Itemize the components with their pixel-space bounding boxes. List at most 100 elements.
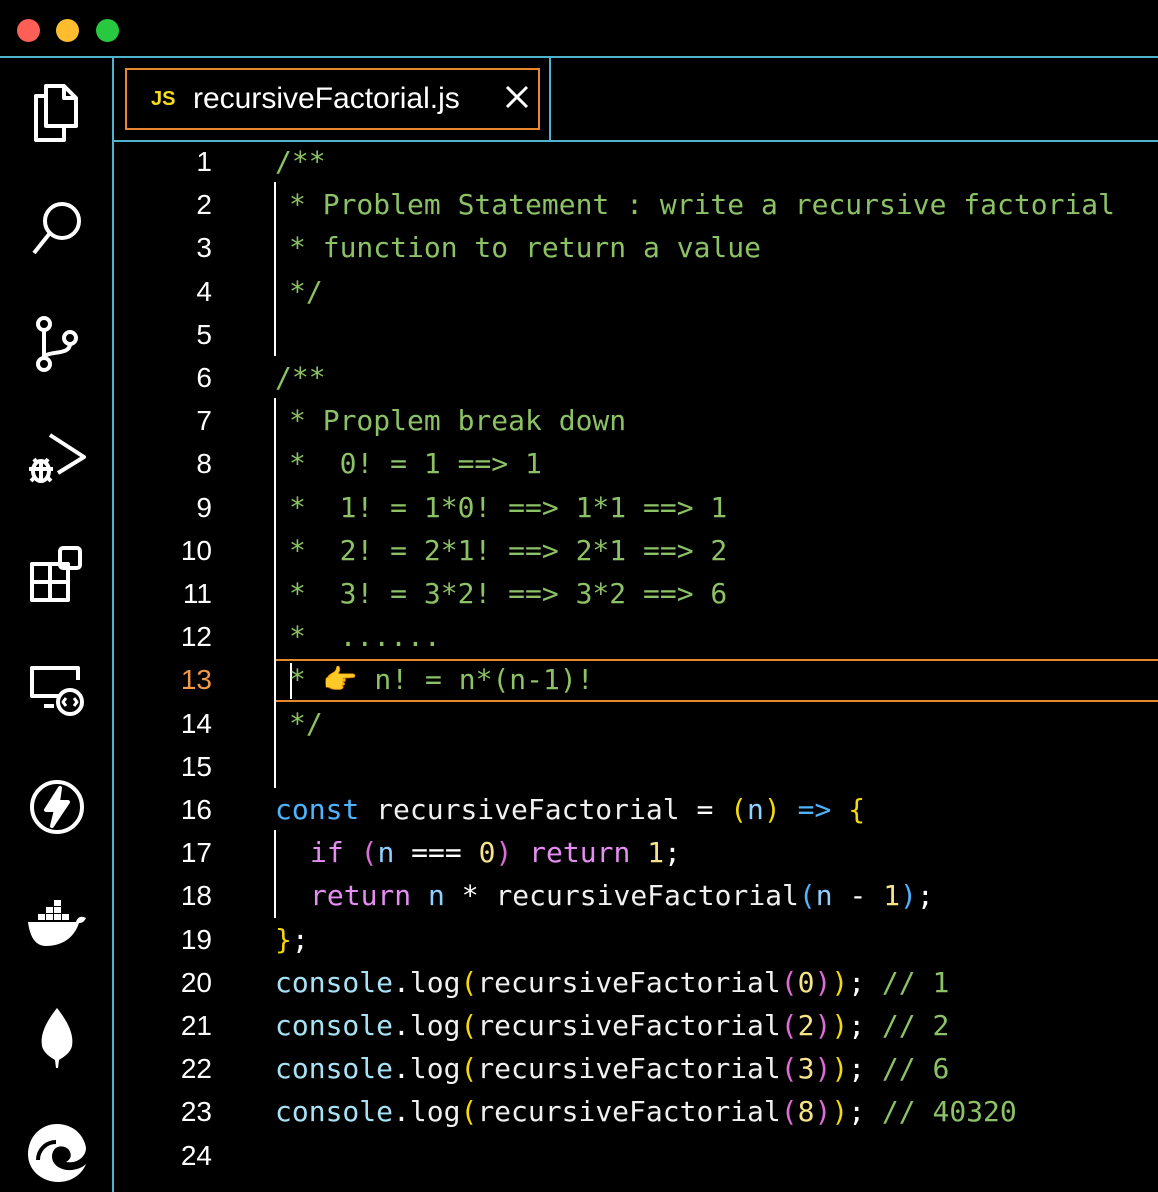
code-line[interactable]: 19}; [114, 920, 1158, 963]
code-token: n [428, 879, 445, 913]
tab-filename: recursiveFactorial.js [193, 82, 460, 115]
code-token: /** [275, 361, 326, 394]
line-number: 16 [180, 794, 212, 825]
code-token: ) [814, 965, 832, 999]
code-line[interactable]: 2 * Problem Statement : write a recursive… [114, 185, 1158, 228]
line-number: 4 [196, 275, 212, 307]
files-icon[interactable] [24, 80, 90, 146]
code-line[interactable]: 7 * Proplem break down [114, 401, 1158, 444]
code-line[interactable]: 17 if (n === 0) return 1; [114, 833, 1158, 876]
line-number: 14 [180, 707, 212, 739]
source-control-icon[interactable] [24, 310, 90, 376]
code-token: ) [831, 1095, 849, 1129]
code-text: * 2! = 2*1! ==> 2*1 ==> 2 [289, 534, 727, 567]
code-line[interactable]: 8 * 0! = 1 ==> 1 [114, 444, 1158, 487]
code-text: * ...... [289, 620, 441, 653]
code-line[interactable]: 18 return n * recursiveFactorial(n - 1); [114, 876, 1158, 919]
code-text: console.log(recursiveFactorial(8)); // 4… [275, 1095, 1017, 1128]
code-text: * function to return a value [289, 231, 761, 264]
code-token: ) [831, 1052, 849, 1086]
maximize-window-button[interactable] [96, 19, 119, 42]
code-line[interactable]: 20 console.log(recursiveFactorial(0)); //… [114, 963, 1158, 1006]
code-token: recursiveFactorial [359, 793, 697, 826]
minimize-window-button[interactable] [56, 19, 79, 42]
mongodb-leaf-icon[interactable] [24, 1004, 90, 1070]
edge-devtools-icon[interactable] [24, 1120, 90, 1186]
js-file-icon: JS [151, 88, 176, 110]
code-text: * 0! = 1 ==> 1 [289, 447, 542, 480]
code-text: */ [289, 275, 323, 308]
code-line[interactable]: 22 console.log(recursiveFactorial(3)); //… [114, 1049, 1158, 1092]
code-line[interactable]: 11 * 3! = 3*2! ==> 3*2 ==> 6 [114, 574, 1158, 617]
code-line[interactable]: 13 * 👉 n! = n*(n-1)! [114, 660, 1158, 703]
code-text: console.log(recursiveFactorial(0)); // 1 [275, 966, 949, 999]
code-line[interactable]: 23 console.log(recursiveFactorial(8)); //… [114, 1092, 1158, 1135]
code-line[interactable]: 21 console.log(recursiveFactorial(2)); //… [114, 1006, 1158, 1049]
code-token: . [393, 1052, 410, 1086]
tab-recursive-factorial[interactable]: JS recursiveFactorial.js [114, 58, 551, 140]
code-text: * 3! = 3*2! ==> 3*2 ==> 6 [289, 577, 727, 610]
line-number: 23 [180, 1096, 212, 1128]
code-token: ( [360, 836, 378, 870]
code-token: . [393, 1095, 410, 1129]
line-number: 8 [196, 448, 212, 480]
code-editor[interactable]: 1 /** 2 * Problem Statement : write a recur… [114, 142, 1158, 1192]
remote-explorer-icon[interactable] [24, 658, 90, 724]
code-token: // 6 [881, 1052, 950, 1086]
code-line[interactable]: 15 [114, 747, 1158, 790]
code-token: ( [780, 1009, 798, 1042]
code-token: * ...... [289, 620, 441, 654]
code-token: if [310, 836, 344, 870]
code-line[interactable]: 6 /** [114, 358, 1158, 401]
code-line[interactable]: 14 */ [114, 704, 1158, 747]
code-token: ) [814, 1009, 832, 1042]
thunder-client-icon[interactable] [24, 774, 90, 840]
code-line[interactable]: 16 const recursiveFactorial = (n) => { [114, 790, 1158, 833]
code-token: * Proplem break down [289, 404, 627, 438]
close-icon[interactable] [503, 83, 531, 111]
code-token: log [409, 965, 461, 999]
line-number: 21 [180, 1010, 212, 1041]
code-line[interactable]: 5 [114, 315, 1158, 358]
code-token: ; [664, 836, 681, 870]
docker-icon[interactable] [24, 890, 90, 956]
code-token: return [310, 879, 412, 913]
code-line[interactable]: 1 /** [114, 142, 1158, 185]
code-token: log [409, 1009, 461, 1042]
code-line[interactable]: 3 * function to return a value [114, 228, 1158, 271]
activity-bar [0, 58, 114, 1192]
code-token: recursiveFactorial [495, 879, 799, 913]
code-line[interactable]: 4 */ [114, 272, 1158, 315]
code-token: // 1 [881, 965, 950, 999]
tab-bar: JS recursiveFactorial.js [114, 58, 1158, 142]
code-token: ) [900, 879, 917, 913]
code-token: { [848, 793, 866, 826]
code-line[interactable]: 9 * 1! = 1*0! ==> 1*1 ==> 1 [114, 488, 1158, 531]
code-token: } [275, 922, 292, 956]
code-text: if (n === 0) return 1; [310, 836, 681, 869]
code-text: const recursiveFactorial = (n) => { [275, 793, 865, 826]
code-token: log [409, 1095, 461, 1129]
code-token: ( [780, 1095, 798, 1129]
code-token: - [832, 879, 884, 913]
code-token: ) [831, 965, 849, 999]
close-window-button[interactable] [17, 19, 40, 42]
code-token: return [529, 836, 631, 870]
code-line[interactable]: 24 [114, 1136, 1158, 1179]
line-number: 20 [180, 966, 212, 998]
code-token: ( [798, 879, 816, 913]
line-number: 13 [180, 664, 212, 696]
code-line[interactable]: 10 * 2! = 2*1! ==> 2*1 ==> 2 [114, 531, 1158, 574]
code-token: ) [814, 1095, 832, 1129]
code-line[interactable]: 12 * ...... [114, 617, 1158, 660]
code-token: 0 [797, 965, 815, 999]
code-token: ; [916, 879, 934, 913]
extensions-icon[interactable] [24, 540, 90, 606]
code-token: 8 [797, 1095, 815, 1129]
code-token: */ [289, 274, 323, 308]
line-number: 3 [196, 232, 212, 264]
search-icon[interactable] [24, 195, 90, 261]
code-token: * 0! = 1 ==> 1 [289, 447, 542, 481]
code-token: recursiveFactorial [477, 965, 781, 999]
run-debug-icon[interactable] [24, 425, 90, 491]
